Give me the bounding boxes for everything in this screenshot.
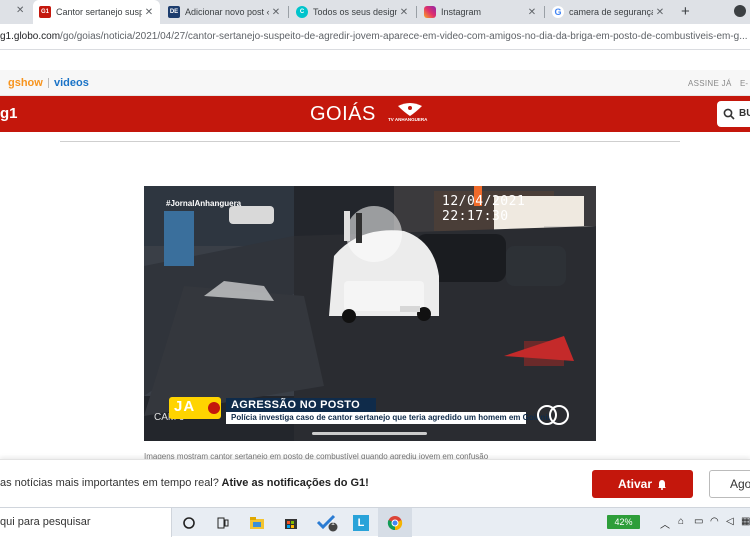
url-path: /go/goias/noticia/2021/04/27/cantor-sert… [60, 31, 748, 42]
notification-bold: Ative as notificações do G1! [218, 477, 369, 489]
address-bar[interactable]: g1.globo.com/go/goias/noticia/2021/04/27… [0, 24, 750, 50]
speaker-icon[interactable]: ◁ [726, 516, 734, 527]
search-button[interactable]: BU [717, 101, 750, 127]
chrome-icon[interactable] [378, 508, 412, 537]
store-icon[interactable] [274, 508, 308, 537]
task-badge-count: 1 [331, 520, 335, 527]
globo-top-nav: gshow videos ASSINE JÁ E- [0, 70, 750, 96]
video-timestamp: 12/04/2021 22:17:30 [442, 194, 526, 224]
tab-separator [416, 6, 417, 18]
tab-instagram[interactable]: Instagram ✕ [418, 0, 543, 24]
later-button[interactable]: Ago [709, 470, 750, 498]
lower-third-subtitle: Polícia investiga caso de cantor sertane… [226, 412, 552, 424]
tab-title: Instagram [441, 7, 482, 17]
url-text[interactable]: g1.globo.com/go/goias/noticia/2021/04/27… [0, 31, 748, 42]
de-favicon-icon: DE [168, 6, 180, 18]
search-icon [723, 108, 735, 120]
tab-separator [544, 6, 545, 18]
g1-logo[interactable]: g1 [0, 105, 18, 122]
tv-anhanguera-logo-icon [398, 103, 422, 116]
onedrive-icon[interactable]: ⌂ [678, 516, 684, 527]
close-tab-icon[interactable]: ✕ [525, 7, 539, 18]
video-hashtag: #JornalAnhanguera [166, 199, 242, 208]
program-logo-text: JA [174, 398, 196, 415]
tab-title: Adicionar novo post ‹ [185, 7, 269, 17]
notification-banner: as notícias mais importantes em tempo re… [0, 459, 750, 507]
video-progress-bar[interactable] [312, 432, 427, 435]
globo-logo-icon [537, 405, 569, 425]
bell-icon [658, 479, 666, 490]
new-tab-button[interactable]: + [681, 3, 690, 20]
tasks-app-icon[interactable]: 1 [310, 508, 344, 537]
tab-title: camera de segurança [569, 7, 653, 17]
gshow-link[interactable]: gshow [8, 77, 43, 89]
task-view-icon[interactable] [206, 508, 240, 537]
g1-dot-icon [208, 402, 220, 414]
instagram-icon [424, 6, 436, 18]
section-title[interactable]: GOIÁS [310, 103, 376, 126]
subscribe-link[interactable]: ASSINE JÁ [688, 79, 732, 88]
battery-indicator[interactable]: 42% [607, 515, 640, 529]
nav-divider [48, 78, 49, 88]
wifi-icon[interactable]: ◠ [710, 516, 719, 527]
activate-notifications-button[interactable]: Ativar [592, 470, 693, 498]
notification-text: as notícias mais importantes em tempo re… [0, 477, 369, 489]
tab-google-search[interactable]: G camera de segurança ✕ [546, 0, 671, 24]
search-label: BU [739, 108, 750, 119]
chevron-up-icon[interactable]: ︿ [660, 516, 670, 531]
close-icon[interactable]: ✕ [16, 5, 24, 16]
tab-canva-designs[interactable]: C Todos os seus designs ✕ [290, 0, 415, 24]
close-tab-icon[interactable]: ✕ [269, 7, 283, 18]
tab-search-icon[interactable] [734, 5, 746, 17]
subheadline-text: Polícia investiga caso de cantor sertane… [231, 413, 552, 422]
tv-label: TV ANHANGUERA [388, 117, 428, 122]
activate-label: Ativar [617, 477, 652, 491]
header-divider [60, 141, 680, 142]
close-tab-icon[interactable]: ✕ [397, 7, 411, 18]
notification-prefix: as notícias mais importantes em tempo re… [0, 477, 219, 489]
lower-third-title: AGRESSÃO NO POSTO [226, 398, 376, 412]
keyboard-icon[interactable]: ▦ [741, 516, 750, 527]
close-tab-icon[interactable]: ✕ [653, 7, 667, 18]
battery-icon[interactable]: ▭ [694, 516, 703, 527]
browser-tab-strip: ✕ G1 Cantor sertanejo suspeito ✕ DE Adic… [0, 0, 750, 24]
video-player[interactable]: #JornalAnhanguera 12/04/2021 22:17:30 CA… [144, 186, 596, 441]
tab-title: Todos os seus designs [313, 7, 397, 17]
tab-title: Cantor sertanejo suspeito [56, 7, 142, 17]
g1-header: g1 GOIÁS TV ANHANGUERA BU [0, 96, 750, 132]
cortana-icon[interactable] [172, 508, 206, 537]
tab-add-post[interactable]: DE Adicionar novo post ‹ ✕ [162, 0, 287, 24]
windows-taskbar: qui para pesquisar 1 L 42% ︿ ⌂ ▭ ◠ ◁ ▦ [0, 507, 750, 537]
l-app-icon[interactable]: L [344, 508, 378, 537]
url-host: g1.globo.com [0, 31, 61, 42]
taskbar-search-placeholder: qui para pesquisar [0, 516, 91, 528]
page-top-gap [0, 50, 750, 70]
canva-favicon-icon: C [296, 6, 308, 18]
google-icon: G [552, 6, 564, 18]
tab-g1-article[interactable]: G1 Cantor sertanejo suspeito ✕ [33, 0, 160, 24]
close-tab-icon[interactable]: ✕ [142, 7, 156, 18]
file-explorer-icon[interactable] [240, 508, 274, 537]
tab-separator [288, 6, 289, 18]
headline-text: AGRESSÃO NO POSTO [231, 399, 360, 411]
g1-favicon-icon: G1 [39, 6, 51, 18]
email-link[interactable]: E- [740, 79, 748, 88]
taskbar-search[interactable]: qui para pesquisar [0, 508, 172, 537]
videos-link[interactable]: videos [54, 77, 89, 89]
